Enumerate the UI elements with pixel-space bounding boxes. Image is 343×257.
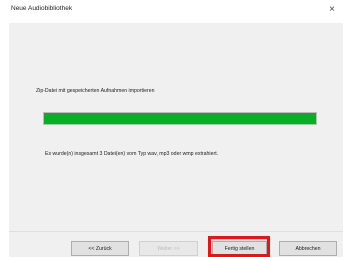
dialog-content xyxy=(9,23,343,231)
progress-fill xyxy=(44,113,316,124)
dialog-window: Neue Audiobibliothek × Zip-Datei mit ges… xyxy=(0,0,343,257)
status-text: Es wurde(n) insgesamt 3 Datei(en) vom Ty… xyxy=(45,151,219,157)
window-title: Neue Audiobibliothek xyxy=(11,5,73,12)
next-button[interactable]: Weiter >> xyxy=(139,241,198,256)
back-button[interactable]: << Zurück xyxy=(71,241,129,256)
step-description: Zip-Datei mit gespeicherten Aufnahmen im… xyxy=(36,88,155,94)
progress-bar xyxy=(43,112,317,125)
close-icon[interactable]: × xyxy=(325,3,339,17)
finish-button[interactable]: Fertig stellen xyxy=(212,241,267,256)
title-bar: Neue Audiobibliothek × xyxy=(0,0,343,22)
cancel-button[interactable]: Abbrechen xyxy=(279,241,337,256)
